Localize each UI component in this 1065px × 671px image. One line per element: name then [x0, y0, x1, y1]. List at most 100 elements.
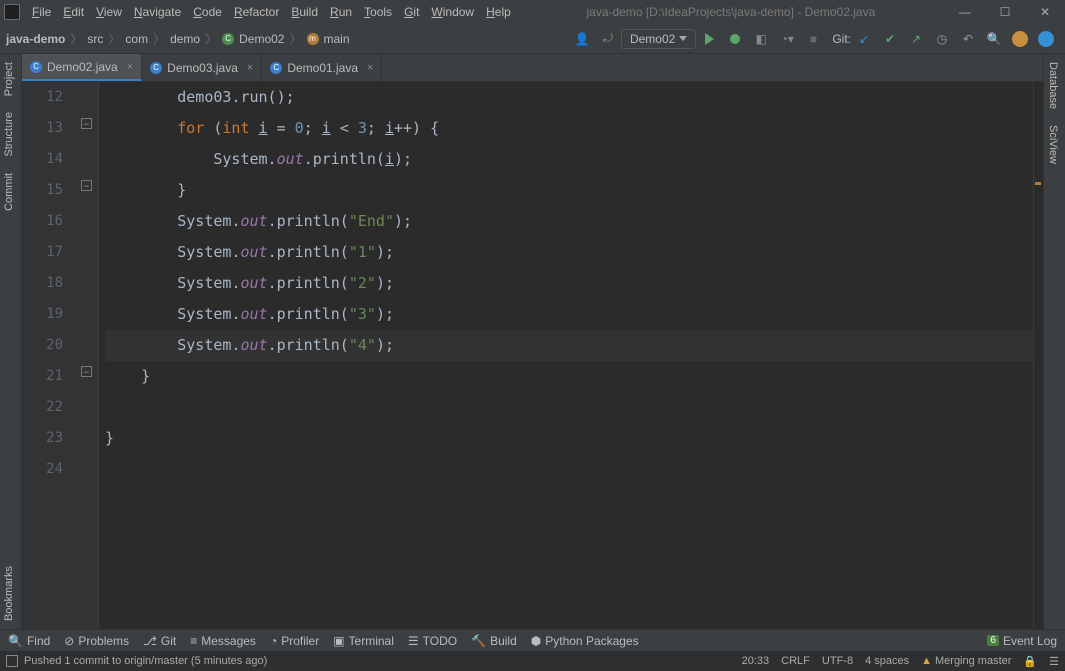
breadcrumb-com[interactable]: com	[125, 32, 148, 46]
breadcrumb-src[interactable]: src	[87, 32, 103, 46]
line-number[interactable]: 24	[22, 454, 63, 485]
run-button[interactable]	[699, 29, 719, 49]
menu-code[interactable]: Code	[187, 3, 228, 21]
menu-help[interactable]: Help	[480, 3, 517, 21]
line-number[interactable]: 16	[22, 206, 63, 237]
menu-run[interactable]: Run	[324, 3, 358, 21]
bottom-tool-git[interactable]: ⎇Git	[143, 634, 176, 648]
line-number[interactable]: 22	[22, 392, 63, 423]
tab-Demo03.java[interactable]: CDemo03.java×	[142, 54, 262, 81]
debug-button[interactable]	[725, 29, 745, 49]
menu-tools[interactable]: Tools	[358, 3, 398, 21]
fold-toggle-icon[interactable]: −	[81, 180, 92, 191]
code-line[interactable]: System.out.println(i);	[105, 144, 1043, 175]
bottom-tool-find[interactable]: 🔍Find	[8, 634, 50, 648]
code-line[interactable]: System.out.println("2");	[105, 268, 1043, 299]
warning-marker[interactable]	[1035, 182, 1041, 185]
search-icon[interactable]: 🔍	[984, 29, 1004, 49]
build-hammer-icon[interactable]: ⤾	[598, 29, 618, 49]
coverage-button[interactable]: ◧	[751, 29, 771, 49]
git-branch[interactable]: ▲Merging master	[921, 655, 1011, 667]
tab-close-icon[interactable]: ×	[123, 61, 133, 73]
tab-Demo01.java[interactable]: CDemo01.java×	[262, 54, 382, 81]
maximize-button[interactable]: ☐	[985, 5, 1025, 19]
menu-refactor[interactable]: Refactor	[228, 3, 285, 21]
breadcrumb-class[interactable]: Demo02	[239, 32, 284, 46]
tab-Demo02.java[interactable]: CDemo02.java×	[22, 54, 142, 81]
tool-commit[interactable]: Commit	[0, 165, 18, 219]
menu-view[interactable]: View	[90, 3, 128, 21]
bottom-tool-python-packages[interactable]: ⬢Python Packages	[531, 634, 639, 648]
line-number[interactable]: 18	[22, 268, 63, 299]
tool-bookmarks[interactable]: Bookmarks	[0, 558, 18, 629]
bottom-tool-terminal[interactable]: ▣Terminal	[333, 634, 394, 648]
git-commit-icon[interactable]: ✔	[880, 29, 900, 49]
readonly-lock-icon[interactable]: 🔒	[1023, 655, 1037, 668]
code-line[interactable]: System.out.println("3");	[105, 299, 1043, 330]
menu-file[interactable]: File	[26, 3, 57, 21]
line-number[interactable]: 19	[22, 299, 63, 330]
bottom-tool-profiler[interactable]: ◔Profiler	[270, 634, 319, 648]
gutter[interactable]: 12131415161718192021222324	[22, 82, 77, 629]
line-number[interactable]: 14	[22, 144, 63, 175]
avatar-icon[interactable]	[1010, 29, 1030, 49]
line-separator[interactable]: CRLF	[781, 655, 810, 667]
git-push-icon[interactable]: ↗	[906, 29, 926, 49]
file-encoding[interactable]: UTF-8	[822, 655, 853, 667]
bottom-tool-build[interactable]: 🔨Build	[471, 634, 517, 648]
git-pull-icon[interactable]: ↙	[854, 29, 874, 49]
tool-project[interactable]: Project	[0, 54, 18, 104]
code-line[interactable]: demo03.run();	[105, 82, 1043, 113]
quick-access-icon[interactable]	[6, 655, 18, 667]
line-number[interactable]: 13	[22, 113, 63, 144]
tool-database[interactable]: Database	[1044, 54, 1062, 117]
error-stripe[interactable]	[1033, 82, 1043, 629]
stop-button[interactable]: ■	[803, 29, 823, 49]
menu-build[interactable]: Build	[285, 3, 324, 21]
menu-window[interactable]: Window	[425, 3, 480, 21]
tool-sciview[interactable]: SciView	[1044, 117, 1062, 172]
tool-structure[interactable]: Structure	[0, 104, 18, 165]
tab-close-icon[interactable]: ×	[363, 62, 373, 74]
fold-column[interactable]: − − −	[77, 82, 99, 629]
run-config-select[interactable]: Demo02	[621, 29, 696, 49]
bottom-tool-todo[interactable]: ☰TODO	[408, 634, 457, 648]
code-line[interactable]: System.out.println("4");	[105, 330, 1043, 361]
code-line[interactable]: }	[105, 361, 1043, 392]
code-line[interactable]	[105, 454, 1043, 485]
line-number[interactable]: 12	[22, 82, 63, 113]
minimize-button[interactable]: —	[945, 5, 985, 19]
code-line[interactable]: System.out.println("1");	[105, 237, 1043, 268]
fold-toggle-icon[interactable]: −	[81, 366, 92, 377]
line-number[interactable]: 15	[22, 175, 63, 206]
indent-setting[interactable]: 4 spaces	[865, 655, 909, 667]
line-number[interactable]: 17	[22, 237, 63, 268]
menu-edit[interactable]: Edit	[57, 3, 90, 21]
code-line[interactable]: for (int i = 0; i < 3; i++) {	[105, 113, 1043, 144]
git-history-icon[interactable]: ◷	[932, 29, 952, 49]
ide-services-icon[interactable]	[1036, 29, 1056, 49]
fold-toggle-icon[interactable]: −	[81, 118, 92, 129]
bottom-tool-messages[interactable]: ≡Messages	[190, 634, 256, 648]
menu-navigate[interactable]: Navigate	[128, 3, 187, 21]
menu-git[interactable]: Git	[398, 3, 425, 21]
code-line[interactable]	[105, 392, 1043, 423]
ide-status-icon[interactable]: ☰	[1049, 655, 1059, 668]
code-line[interactable]: System.out.println("End");	[105, 206, 1043, 237]
breadcrumb-demo[interactable]: demo	[170, 32, 200, 46]
profile-button[interactable]: ◔▾	[777, 29, 797, 49]
line-number[interactable]: 23	[22, 423, 63, 454]
add-config-icon[interactable]: 👤	[572, 29, 592, 49]
line-number[interactable]: 21	[22, 361, 63, 392]
code-area[interactable]: demo03.run(); for (int i = 0; i < 3; i++…	[99, 82, 1043, 629]
breadcrumb-method[interactable]: main	[324, 32, 350, 46]
bottom-tool-problems[interactable]: ⊘Problems	[64, 634, 129, 648]
breadcrumb-project[interactable]: java-demo	[6, 32, 65, 46]
event-log-button[interactable]: 6 Event Log	[987, 634, 1057, 648]
caret-position[interactable]: 20:33	[742, 655, 770, 667]
close-button[interactable]: ✕	[1025, 5, 1065, 19]
tab-close-icon[interactable]: ×	[243, 62, 253, 74]
line-number[interactable]: 20	[22, 330, 63, 361]
undo-icon[interactable]: ↶	[958, 29, 978, 49]
code-line[interactable]: }	[105, 175, 1043, 206]
